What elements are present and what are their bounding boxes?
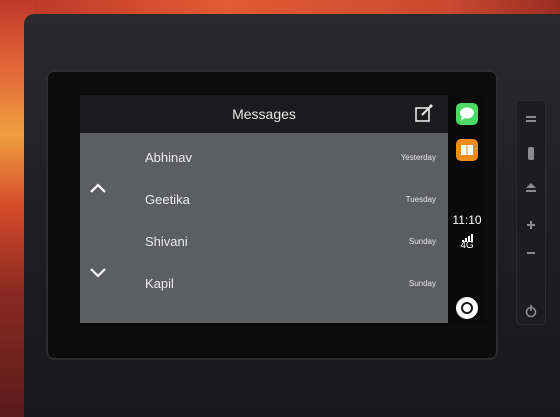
contact-name: Geetika — [145, 192, 190, 207]
message-date: Tuesday — [405, 195, 436, 204]
page-title: Messages — [232, 106, 296, 122]
background-top-strip — [0, 0, 560, 14]
list-item[interactable]: Kapil Sunday — [80, 264, 448, 304]
home-button-icon[interactable] — [456, 297, 478, 319]
phone-icon[interactable] — [520, 140, 542, 166]
signal-bars-icon — [448, 229, 486, 242]
power-icon[interactable] — [520, 298, 542, 324]
status-time: 11:10 — [452, 213, 482, 227]
carplay-side-rail: 11:10 4G — [448, 95, 486, 323]
contact-name: Shivani — [145, 234, 188, 249]
contact-name: Kapil — [145, 276, 174, 291]
books-app-icon[interactable] — [456, 139, 478, 161]
list-item[interactable]: Abhinav Yesterday — [80, 138, 448, 178]
carplay-screen: Messages Abhinav Yesterday Geetika Tuesd… — [80, 95, 448, 323]
volume-up-icon[interactable] — [520, 212, 542, 238]
hardware-button-panel — [516, 100, 546, 325]
message-date: Yesterday — [400, 153, 436, 162]
list-item[interactable]: Shivani Sunday — [80, 222, 448, 262]
message-date: Sunday — [408, 279, 436, 288]
messages-app-icon[interactable] — [456, 103, 478, 125]
menu-icon[interactable] — [520, 106, 542, 132]
eject-icon[interactable] — [520, 174, 542, 200]
list-item[interactable]: Geetika Tuesday — [80, 180, 448, 220]
network-type: 4G — [460, 240, 474, 251]
volume-down-icon[interactable] — [520, 240, 542, 266]
compose-icon[interactable] — [414, 103, 434, 123]
contact-name: Abhinav — [145, 150, 192, 165]
message-date: Sunday — [408, 237, 436, 246]
app-header: Messages — [80, 95, 448, 133]
